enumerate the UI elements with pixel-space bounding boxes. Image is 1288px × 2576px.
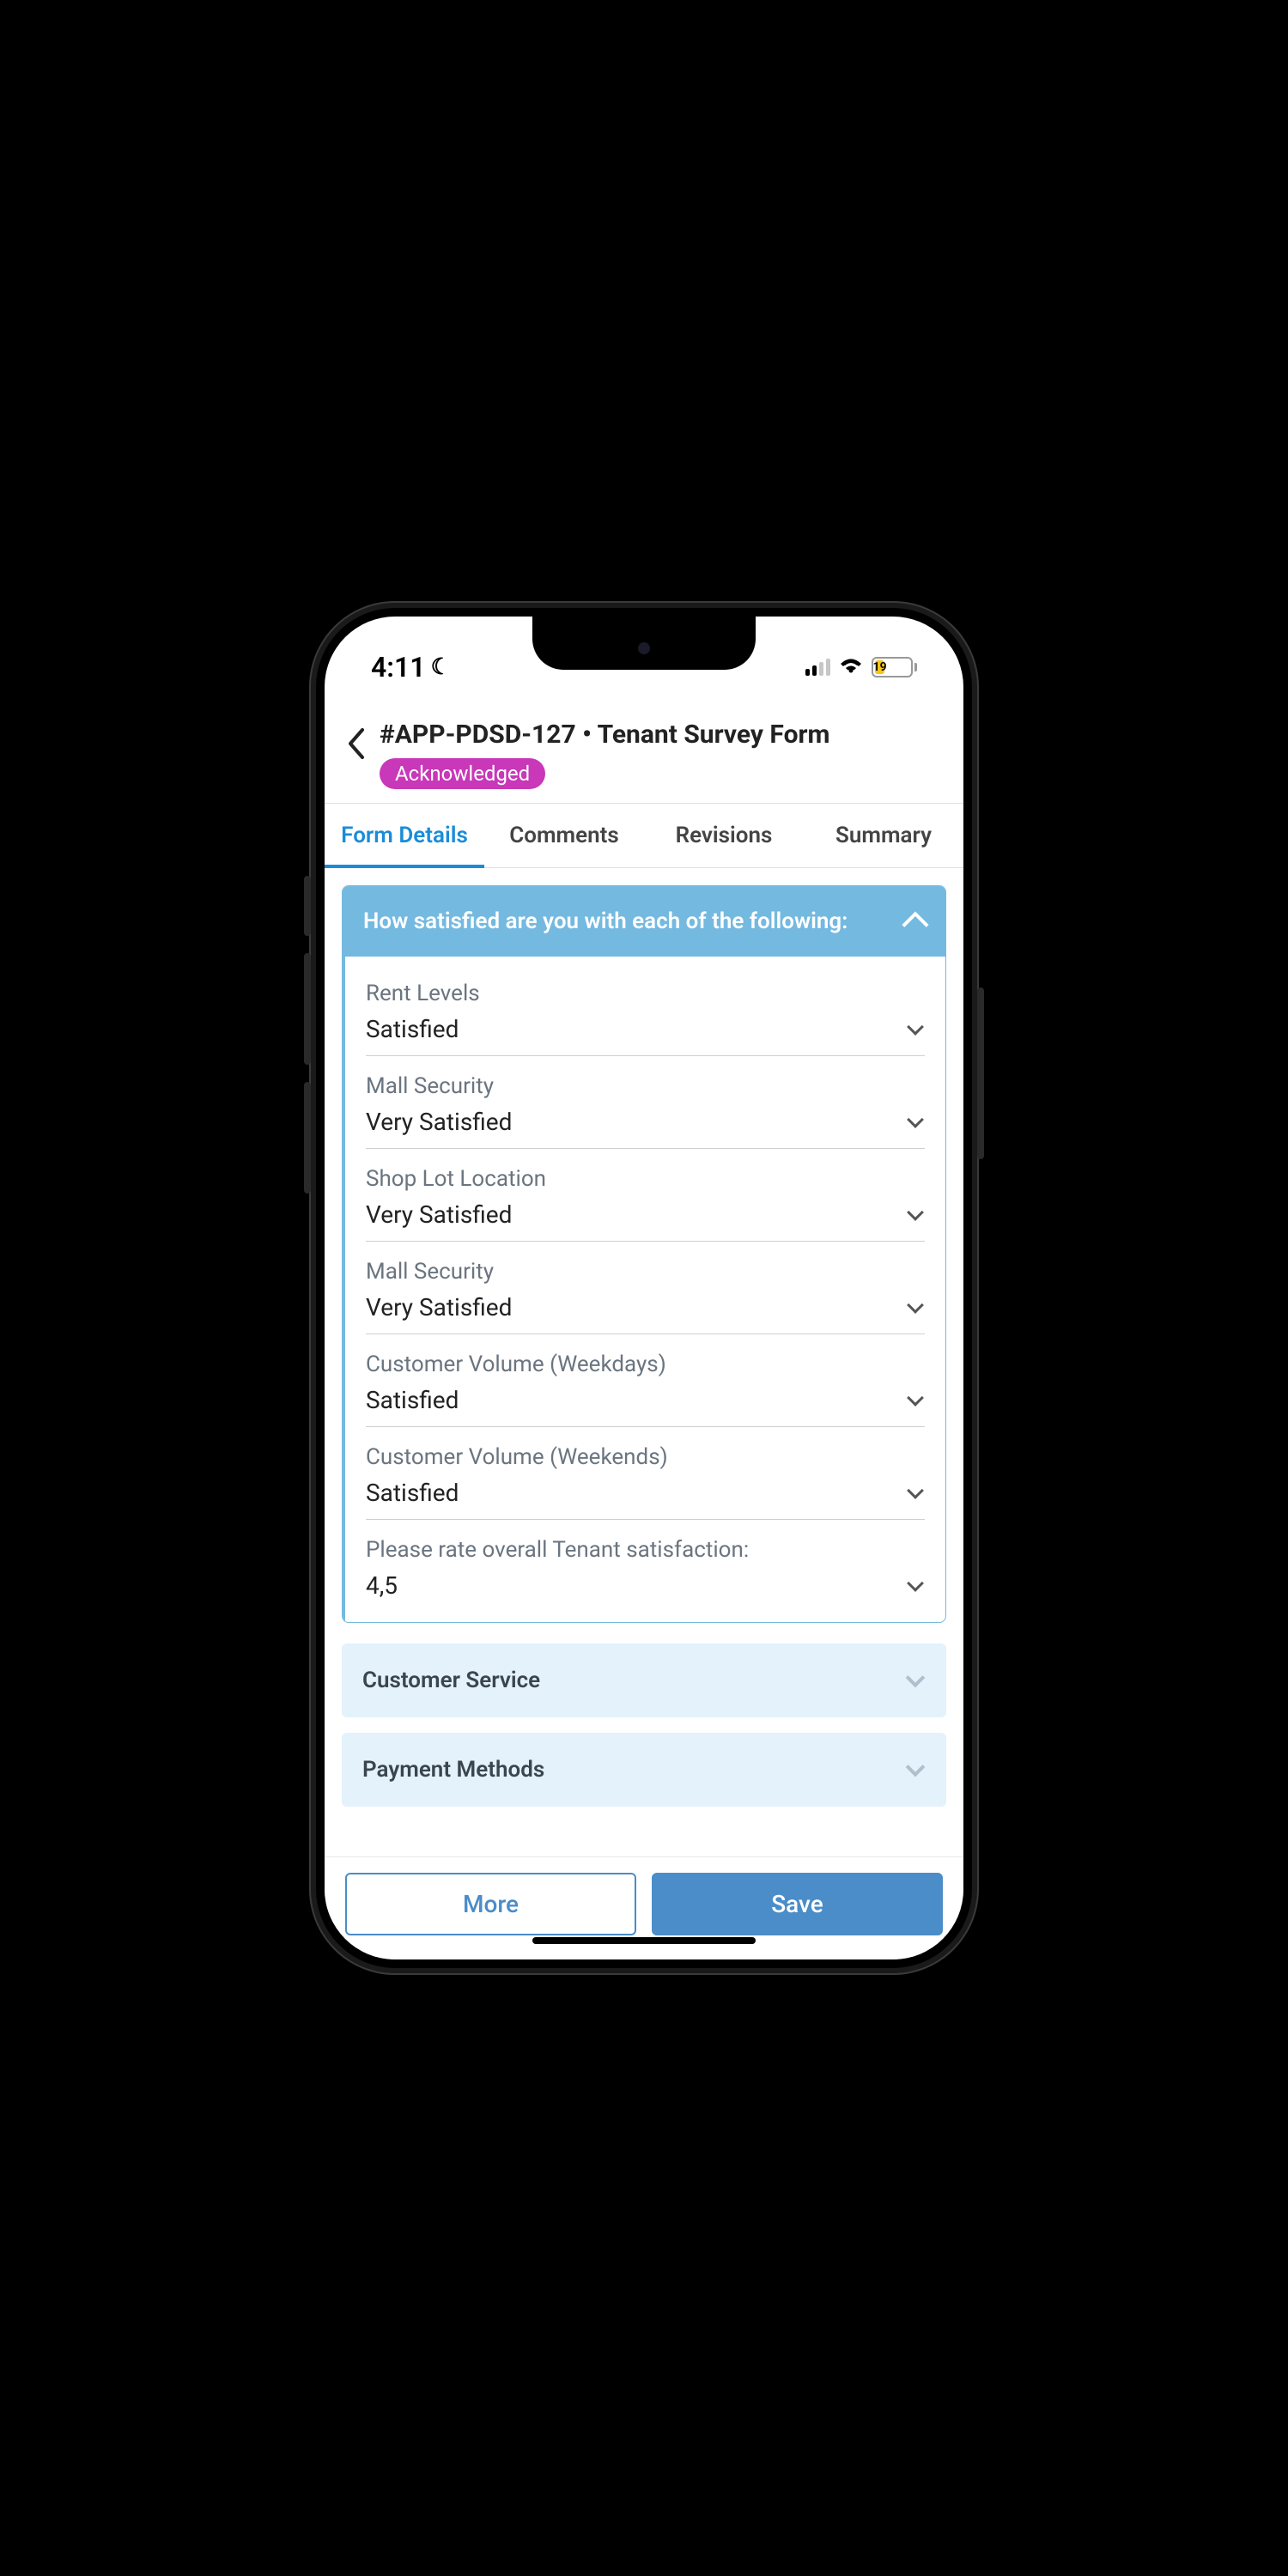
battery-percent: 19 [873, 660, 887, 674]
field-customer-volume-weekends: Customer Volume (Weekends) Satisfied [366, 1427, 925, 1520]
chevron-down-icon [907, 1204, 924, 1221]
field-label: Please rate overall Tenant satisfaction: [366, 1537, 925, 1563]
page-title: #APP-PDSD-127 • Tenant Survey Form [380, 720, 943, 750]
section-title: Customer Service [362, 1668, 540, 1693]
power-button [977, 987, 984, 1159]
field-mall-security-2: Mall Security Very Satisfied [366, 1242, 925, 1334]
tab-form-details[interactable]: Form Details [325, 804, 484, 867]
field-label: Customer Volume (Weekdays) [366, 1352, 925, 1377]
field-overall-satisfaction: Please rate overall Tenant satisfaction:… [366, 1520, 925, 1612]
volume-switch [304, 876, 311, 936]
tab-summary[interactable]: Summary [804, 804, 963, 867]
field-select[interactable]: Very Satisfied [366, 1293, 925, 1321]
phone-frame: 4:11 ☾ 19 #APP-PDSD-1 [309, 601, 979, 1975]
chevron-down-icon [907, 1575, 924, 1592]
field-value: Very Satisfied [366, 1108, 512, 1136]
back-button[interactable] [345, 720, 366, 769]
satisfaction-panel-body: Rent Levels Satisfied Mall Security Very… [343, 957, 945, 1622]
field-select[interactable]: Very Satisfied [366, 1200, 925, 1229]
chevron-down-icon [906, 1758, 926, 1777]
field-select[interactable]: Very Satisfied [366, 1108, 925, 1136]
field-select[interactable]: Satisfied [366, 1015, 925, 1043]
status-badge: Acknowledged [380, 758, 545, 789]
satisfaction-panel-title: How satisfied are you with each of the f… [363, 908, 848, 934]
chevron-down-icon [907, 1111, 924, 1128]
notch [532, 617, 756, 670]
field-value: Very Satisfied [366, 1293, 512, 1321]
field-value: Satisfied [366, 1015, 459, 1043]
save-button[interactable]: Save [652, 1873, 943, 1935]
chevron-down-icon [907, 1482, 924, 1499]
chevron-up-icon [902, 911, 928, 938]
battery-level: 19 [875, 660, 884, 674]
tab-comments[interactable]: Comments [484, 804, 644, 867]
chevron-down-icon [907, 1018, 924, 1036]
volume-down [304, 1082, 311, 1194]
field-label: Mall Security [366, 1259, 925, 1285]
section-title: Payment Methods [362, 1757, 544, 1783]
field-label: Customer Volume (Weekends) [366, 1444, 925, 1470]
field-select[interactable]: 4,5 [366, 1571, 925, 1600]
field-label: Rent Levels [366, 981, 925, 1006]
cellular-signal-icon [805, 659, 830, 676]
field-value: Very Satisfied [366, 1200, 512, 1229]
field-value: Satisfied [366, 1386, 459, 1414]
satisfaction-panel: How satisfied are you with each of the f… [342, 885, 946, 1623]
tab-revisions[interactable]: Revisions [644, 804, 804, 867]
page-header: #APP-PDSD-127 • Tenant Survey Form Ackno… [325, 702, 963, 803]
field-customer-volume-weekdays: Customer Volume (Weekdays) Satisfied [366, 1334, 925, 1427]
clock: 4:11 [371, 651, 426, 683]
field-select[interactable]: Satisfied [366, 1386, 925, 1414]
dnd-moon-icon: ☾ [431, 654, 451, 680]
section-customer-service[interactable]: Customer Service [342, 1643, 946, 1717]
tabs: Form Details Comments Revisions Summary [325, 803, 963, 868]
home-indicator[interactable] [532, 1937, 756, 1944]
field-rent-levels: Rent Levels Satisfied [366, 963, 925, 1056]
status-left: 4:11 ☾ [371, 651, 451, 683]
field-label: Shop Lot Location [366, 1166, 925, 1192]
chevron-down-icon [907, 1389, 924, 1406]
section-payment-methods[interactable]: Payment Methods [342, 1733, 946, 1807]
footer: More Save [325, 1856, 963, 1959]
volume-up [304, 953, 311, 1065]
header-text: #APP-PDSD-127 • Tenant Survey Form Ackno… [380, 720, 943, 789]
field-value: Satisfied [366, 1479, 459, 1507]
chevron-down-icon [906, 1668, 926, 1688]
battery-icon: 19 [872, 657, 917, 677]
screen: 4:11 ☾ 19 #APP-PDSD-1 [325, 617, 963, 1959]
field-mall-security: Mall Security Very Satisfied [366, 1056, 925, 1149]
more-button[interactable]: More [345, 1873, 636, 1935]
chevron-down-icon [907, 1297, 924, 1314]
field-shop-lot-location: Shop Lot Location Very Satisfied [366, 1149, 925, 1242]
field-label: Mall Security [366, 1073, 925, 1099]
status-right: 19 [805, 654, 917, 680]
field-value: 4,5 [366, 1571, 398, 1600]
satisfaction-panel-header[interactable]: How satisfied are you with each of the f… [343, 886, 945, 957]
field-select[interactable]: Satisfied [366, 1479, 925, 1507]
content-area[interactable]: How satisfied are you with each of the f… [325, 868, 963, 1856]
wifi-icon [839, 654, 863, 680]
